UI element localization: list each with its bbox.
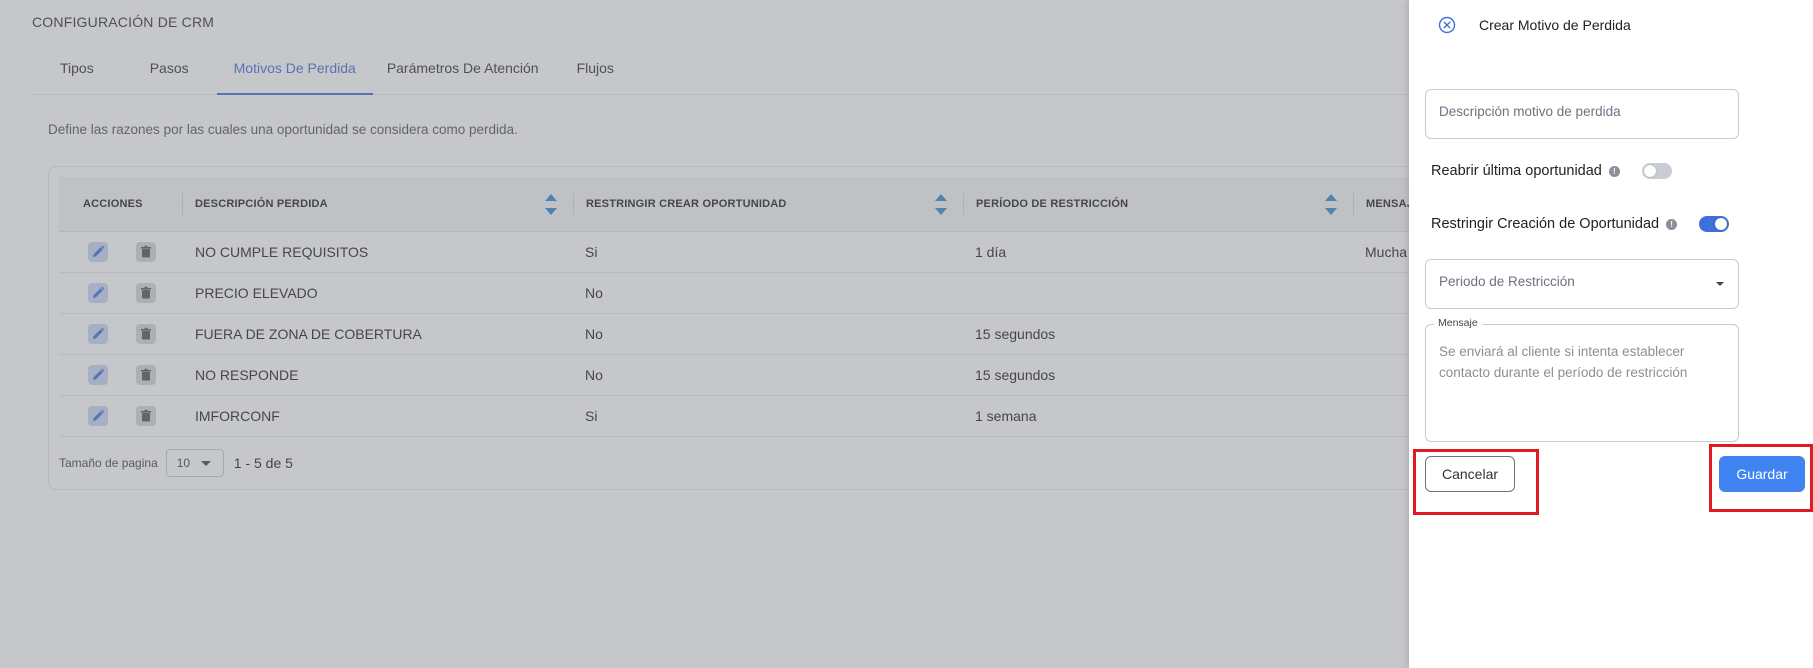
restrict-label: Restringir Creación de Oportunidad: [1431, 216, 1660, 232]
highlight-box-cancel: [1413, 449, 1539, 515]
chevron-down-icon: [1716, 282, 1724, 286]
reopen-toggle-row: Reabrir última oportunidad !: [1431, 163, 1672, 179]
reopen-toggle[interactable]: [1641, 163, 1672, 179]
info-icon[interactable]: !: [1666, 218, 1678, 230]
drawer-title: Crear Motivo de Perdida: [1479, 17, 1631, 33]
restriction-period-select[interactable]: Periodo de Restricción: [1425, 259, 1739, 309]
modal-overlay[interactable]: [0, 0, 1409, 668]
close-circle-icon[interactable]: [1438, 16, 1456, 34]
description-placeholder: Descripción motivo de perdida: [1439, 104, 1621, 119]
create-loss-reason-drawer: Crear Motivo de Perdida Descripción moti…: [1409, 0, 1813, 668]
message-label: Mensaje: [1434, 317, 1482, 329]
info-icon[interactable]: !: [1608, 165, 1620, 177]
reopen-label: Reabrir última oportunidad: [1431, 163, 1602, 179]
restrict-toggle[interactable]: [1699, 216, 1730, 232]
restrict-toggle-row: Restringir Creación de Oportunidad !: [1431, 216, 1730, 232]
description-input[interactable]: Descripción motivo de perdida: [1425, 89, 1739, 139]
restriction-period-placeholder: Periodo de Restricción: [1439, 274, 1575, 289]
message-placeholder: Se enviará al cliente si intenta estable…: [1439, 344, 1688, 380]
message-textarea[interactable]: Mensaje Se enviará al cliente si intenta…: [1425, 317, 1739, 442]
highlight-box-save: [1709, 444, 1813, 512]
